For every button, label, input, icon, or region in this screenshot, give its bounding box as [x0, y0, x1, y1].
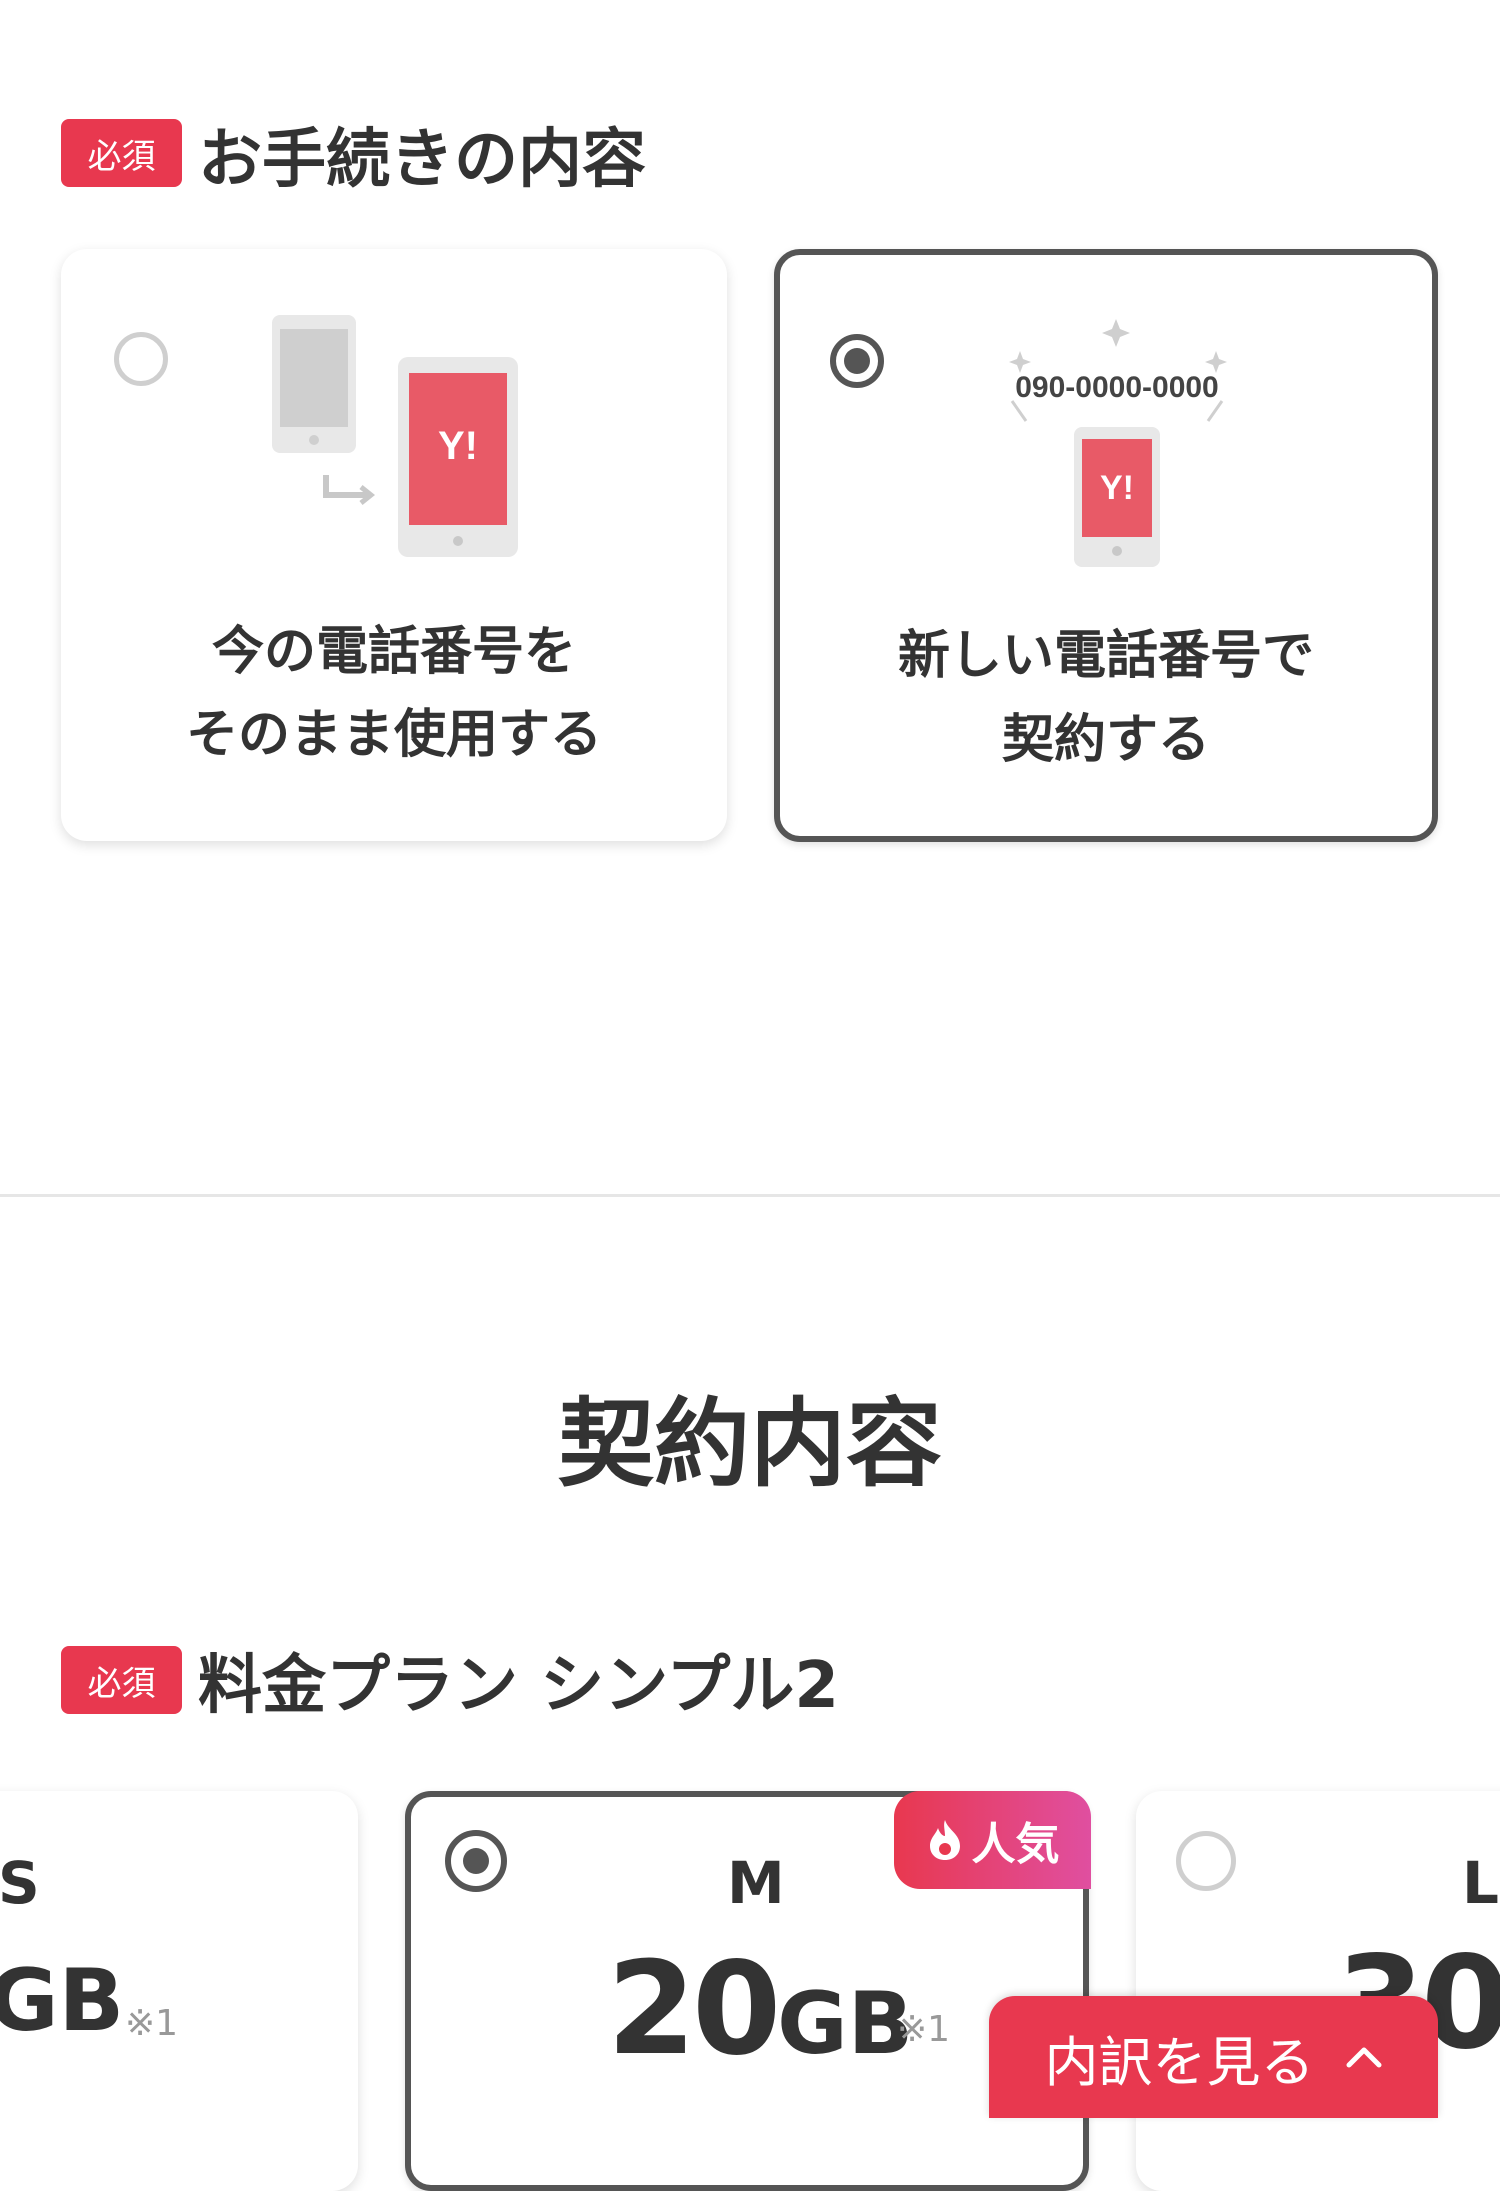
contract-section-title: 契約内容 [558, 1388, 942, 1500]
plan-heading: 料金プラン シンプル2 [198, 1649, 839, 1723]
required-badge: 必須 [61, 119, 182, 187]
popular-badge: 人気 [894, 1791, 1091, 1889]
option-new-number-card[interactable]: 090-0000-0000 Y! 新しい電話番号で 契約する [774, 249, 1438, 842]
plan-m-size: M [727, 1849, 785, 1917]
option-new-number-radio[interactable] [830, 334, 884, 388]
flame-icon [929, 1820, 960, 1860]
plan-required-badge: 必須 [61, 1646, 182, 1714]
number-transfer-phones-icon: Y! [272, 315, 518, 557]
plan-l-radio[interactable] [1176, 1831, 1236, 1891]
procedure-heading: お手続きの内容 [198, 123, 646, 197]
option-new-number-line2: 契約する [1001, 710, 1210, 770]
option-new-number-line1: 新しい電話番号で [897, 626, 1314, 686]
plan-s-size: S [0, 1849, 40, 1917]
option-keep-number-line1: 今の電話番号を [211, 622, 576, 682]
section-divider [0, 1194, 1500, 1197]
plan-s-note: ※1 [125, 2003, 179, 2044]
plan-l-size: L [1462, 1849, 1499, 1917]
option-keep-number-line2: そのまま使用する [185, 705, 602, 765]
plan-m-note: ※1 [897, 2009, 951, 2050]
chevron-up-icon [1346, 2047, 1381, 2068]
plan-card-s[interactable]: S GB ※1 [0, 1791, 358, 2191]
option-keep-number-radio[interactable] [114, 332, 168, 386]
view-breakdown-label: 内訳を見る [1044, 2030, 1315, 2094]
plan-card-l[interactable]: L 30 [1136, 1791, 1500, 2191]
yahoo-logo-text: Y! [438, 424, 478, 468]
option-keep-number-card[interactable]: Y! 今の電話番号を そのまま使用する [61, 249, 727, 841]
plan-m-data: 20GB [607, 1935, 914, 2084]
new-number-phone-icon: 090-0000-0000 Y! [1009, 319, 1227, 567]
plan-m-radio[interactable] [445, 1830, 507, 1892]
view-breakdown-button[interactable]: 内訳を見る [989, 1996, 1438, 2118]
svg-text:Y!: Y! [1100, 469, 1134, 507]
sample-phone-number: 090-0000-0000 [1015, 371, 1219, 404]
plan-s-data: GB [0, 1951, 125, 2051]
popular-label: 人気 [971, 1819, 1060, 1870]
